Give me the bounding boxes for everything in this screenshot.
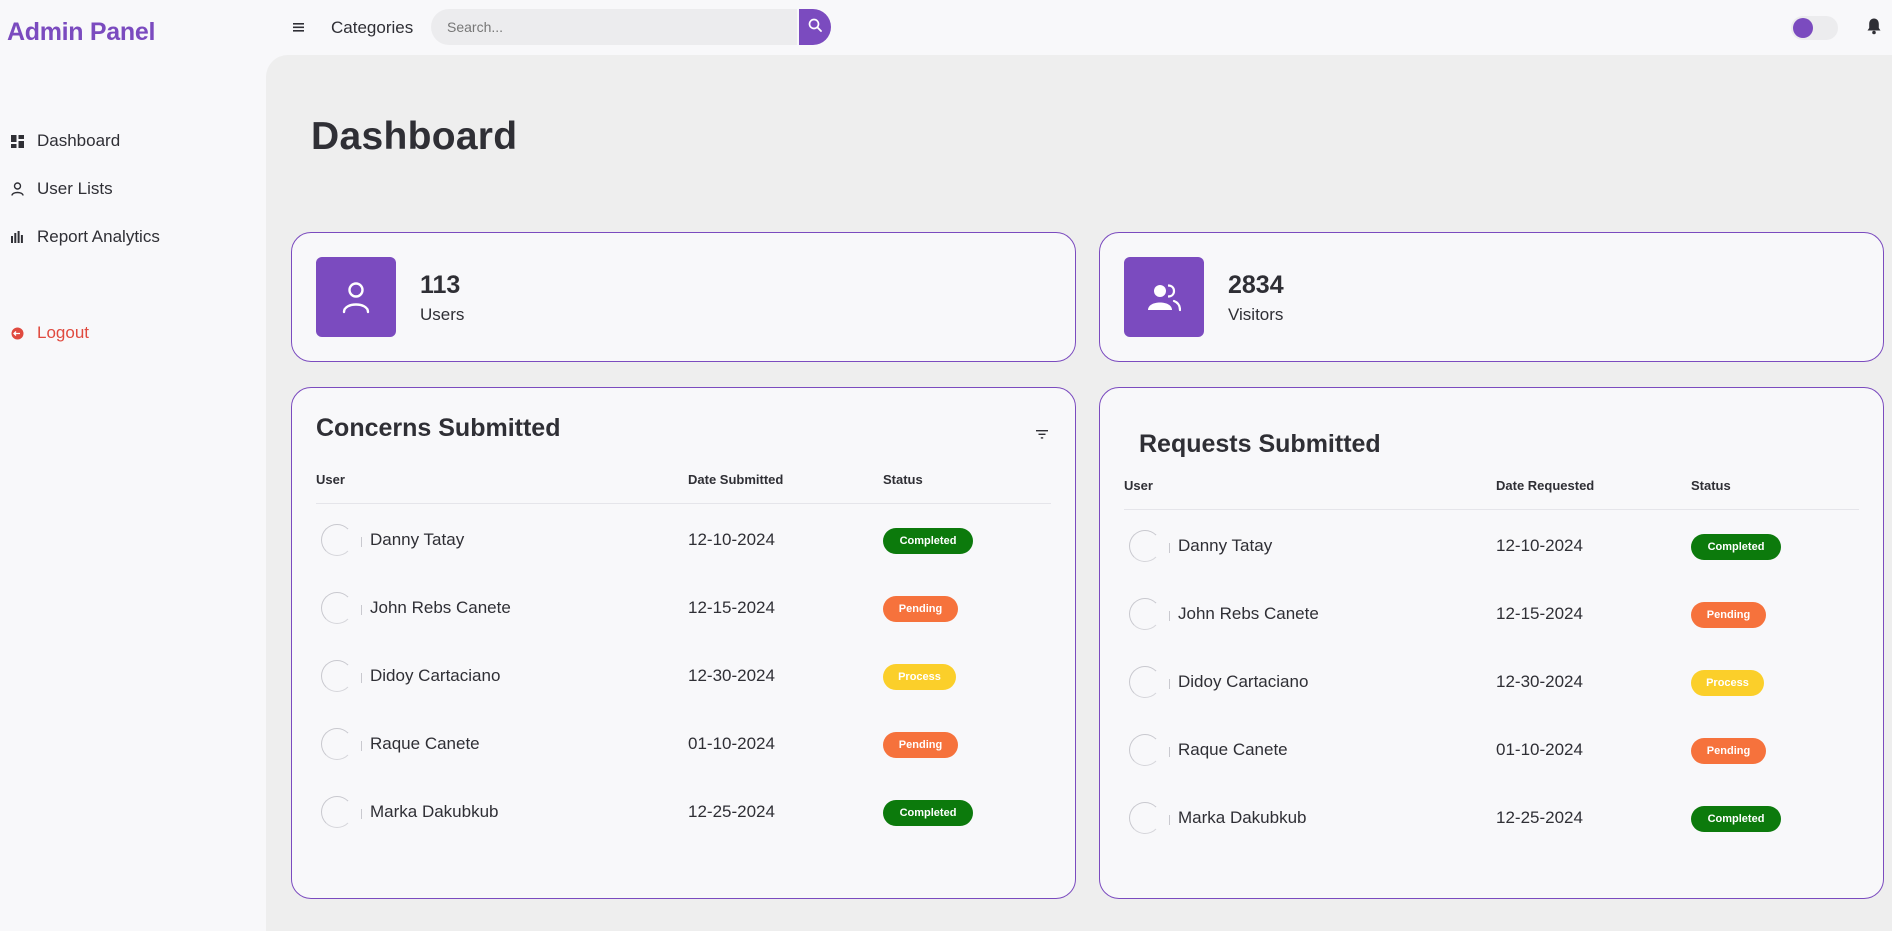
categories-link[interactable]: Categories xyxy=(331,18,413,38)
avatar xyxy=(321,524,362,556)
date-cell: 12-10-2024 xyxy=(688,530,775,549)
status-badge: Completed xyxy=(883,528,973,554)
brand-logo[interactable]: Admin Panel xyxy=(7,18,155,47)
column-header-status: Status xyxy=(883,472,923,487)
stat-label: Visitors xyxy=(1228,305,1284,324)
avatar xyxy=(1129,802,1170,834)
bar-chart-icon xyxy=(10,230,24,244)
avatar xyxy=(321,796,362,828)
column-header-date: Date Requested xyxy=(1496,478,1595,493)
theme-toggle[interactable] xyxy=(1791,16,1838,40)
concerns-card: Concerns Submitted User Date Submitted S… xyxy=(291,387,1076,899)
status-badge: Process xyxy=(1691,670,1764,696)
avatar xyxy=(321,660,362,692)
table-row[interactable]: Raque Canete 01-10-2024 Pending xyxy=(1100,729,1883,769)
user-name: Raque Canete xyxy=(370,734,480,753)
status-badge: Pending xyxy=(883,732,958,758)
date-cell: 12-25-2024 xyxy=(1496,808,1583,827)
date-cell: 12-10-2024 xyxy=(1496,536,1583,555)
user-name: John Rebs Canete xyxy=(1178,604,1319,623)
topbar: Categories xyxy=(266,0,1892,55)
table-row[interactable]: Danny Tatay 12-10-2024 Completed xyxy=(1100,525,1883,565)
logout-icon xyxy=(10,326,24,340)
table-row[interactable]: Marka Dakubkub 12-25-2024 Completed xyxy=(1100,797,1883,837)
avatar xyxy=(1129,598,1170,630)
date-cell: 12-15-2024 xyxy=(1496,604,1583,623)
user-name: Marka Dakubkub xyxy=(1178,808,1307,827)
status-badge: Completed xyxy=(1691,806,1781,832)
user-name: Raque Canete xyxy=(1178,740,1288,759)
card-title: Requests Submitted xyxy=(1139,430,1381,458)
user-name: Didoy Cartaciano xyxy=(370,666,501,685)
sidebar-item-label: User Lists xyxy=(37,179,113,198)
table-row[interactable]: Marka Dakubkub 12-25-2024 Completed xyxy=(292,791,1075,831)
table-row[interactable]: Danny Tatay 12-10-2024 Completed xyxy=(292,519,1075,559)
avatar xyxy=(1129,734,1170,766)
user-name: Marka Dakubkub xyxy=(370,802,499,821)
toggle-knob xyxy=(1793,18,1813,38)
avatar xyxy=(321,728,362,760)
table-row[interactable]: Didoy Cartaciano 12-30-2024 Process xyxy=(1100,661,1883,701)
date-cell: 01-10-2024 xyxy=(1496,740,1583,759)
date-cell: 12-15-2024 xyxy=(688,598,775,617)
table-row[interactable]: Didoy Cartaciano 12-30-2024 Process xyxy=(292,655,1075,695)
user-icon xyxy=(10,182,24,196)
status-badge: Completed xyxy=(1691,534,1781,560)
visitors-stat-card: 2834 Visitors xyxy=(1099,232,1884,362)
sidebar-item-dashboard[interactable]: Dashboard xyxy=(10,128,120,154)
header-divider xyxy=(1124,509,1859,510)
sidebar-item-label: Dashboard xyxy=(37,131,121,150)
requests-card: Requests Submitted User Date Requested S… xyxy=(1099,387,1884,899)
column-header-user: User xyxy=(1124,478,1153,493)
dashboard-grid-icon xyxy=(10,134,24,148)
search-box xyxy=(431,9,797,45)
user-name: John Rebs Canete xyxy=(370,598,511,617)
date-cell: 12-30-2024 xyxy=(688,666,775,685)
sidebar-item-label: Report Analytics xyxy=(37,227,160,246)
table-row[interactable]: Raque Canete 01-10-2024 Pending xyxy=(292,723,1075,763)
header-divider xyxy=(316,503,1051,504)
user-name: Didoy Cartaciano xyxy=(1178,672,1309,691)
sidebar-item-user-lists[interactable]: User Lists xyxy=(10,176,113,202)
main-content: Dashboard 113 Users 2834 Visitors Concer… xyxy=(266,55,1892,931)
filter-icon[interactable] xyxy=(1036,426,1048,439)
date-cell: 01-10-2024 xyxy=(688,734,775,753)
sidebar-item-label: Logout xyxy=(37,323,89,342)
avatar xyxy=(1129,666,1170,698)
column-header-user: User xyxy=(316,472,345,487)
hamburger-menu-icon[interactable] xyxy=(293,18,307,36)
table-row[interactable]: John Rebs Canete 12-15-2024 Pending xyxy=(292,587,1075,627)
stat-label: Users xyxy=(420,305,465,324)
users-stat-card: 113 Users xyxy=(291,232,1076,362)
date-cell: 12-30-2024 xyxy=(1496,672,1583,691)
stat-value: 2834 xyxy=(1228,271,1284,299)
status-badge: Pending xyxy=(1691,738,1766,764)
avatar xyxy=(321,592,362,624)
user-name: Danny Tatay xyxy=(1178,536,1273,555)
column-header-status: Status xyxy=(1691,478,1731,493)
column-header-date: Date Submitted xyxy=(688,472,784,487)
users-group-icon xyxy=(1124,257,1204,337)
sidebar-item-logout[interactable]: Logout xyxy=(10,320,89,346)
status-badge: Process xyxy=(883,664,956,690)
card-title: Concerns Submitted xyxy=(316,414,561,442)
date-cell: 12-25-2024 xyxy=(688,802,775,821)
page-title: Dashboard xyxy=(311,115,518,158)
table-row[interactable]: John Rebs Canete 12-15-2024 Pending xyxy=(1100,593,1883,633)
sidebar-item-report-analytics[interactable]: Report Analytics xyxy=(10,224,160,250)
status-badge: Pending xyxy=(1691,602,1766,628)
status-badge: Completed xyxy=(883,800,973,826)
search-icon xyxy=(808,18,822,37)
status-badge: Pending xyxy=(883,596,958,622)
search-input[interactable] xyxy=(431,19,797,35)
avatar xyxy=(1129,530,1170,562)
stat-value: 113 xyxy=(420,271,461,299)
user-icon xyxy=(316,257,396,337)
search-button[interactable] xyxy=(799,9,831,45)
bell-icon[interactable] xyxy=(1866,17,1884,37)
user-name: Danny Tatay xyxy=(370,530,465,549)
sidebar: Admin Panel Dashboard User Lists Report … xyxy=(0,0,266,931)
